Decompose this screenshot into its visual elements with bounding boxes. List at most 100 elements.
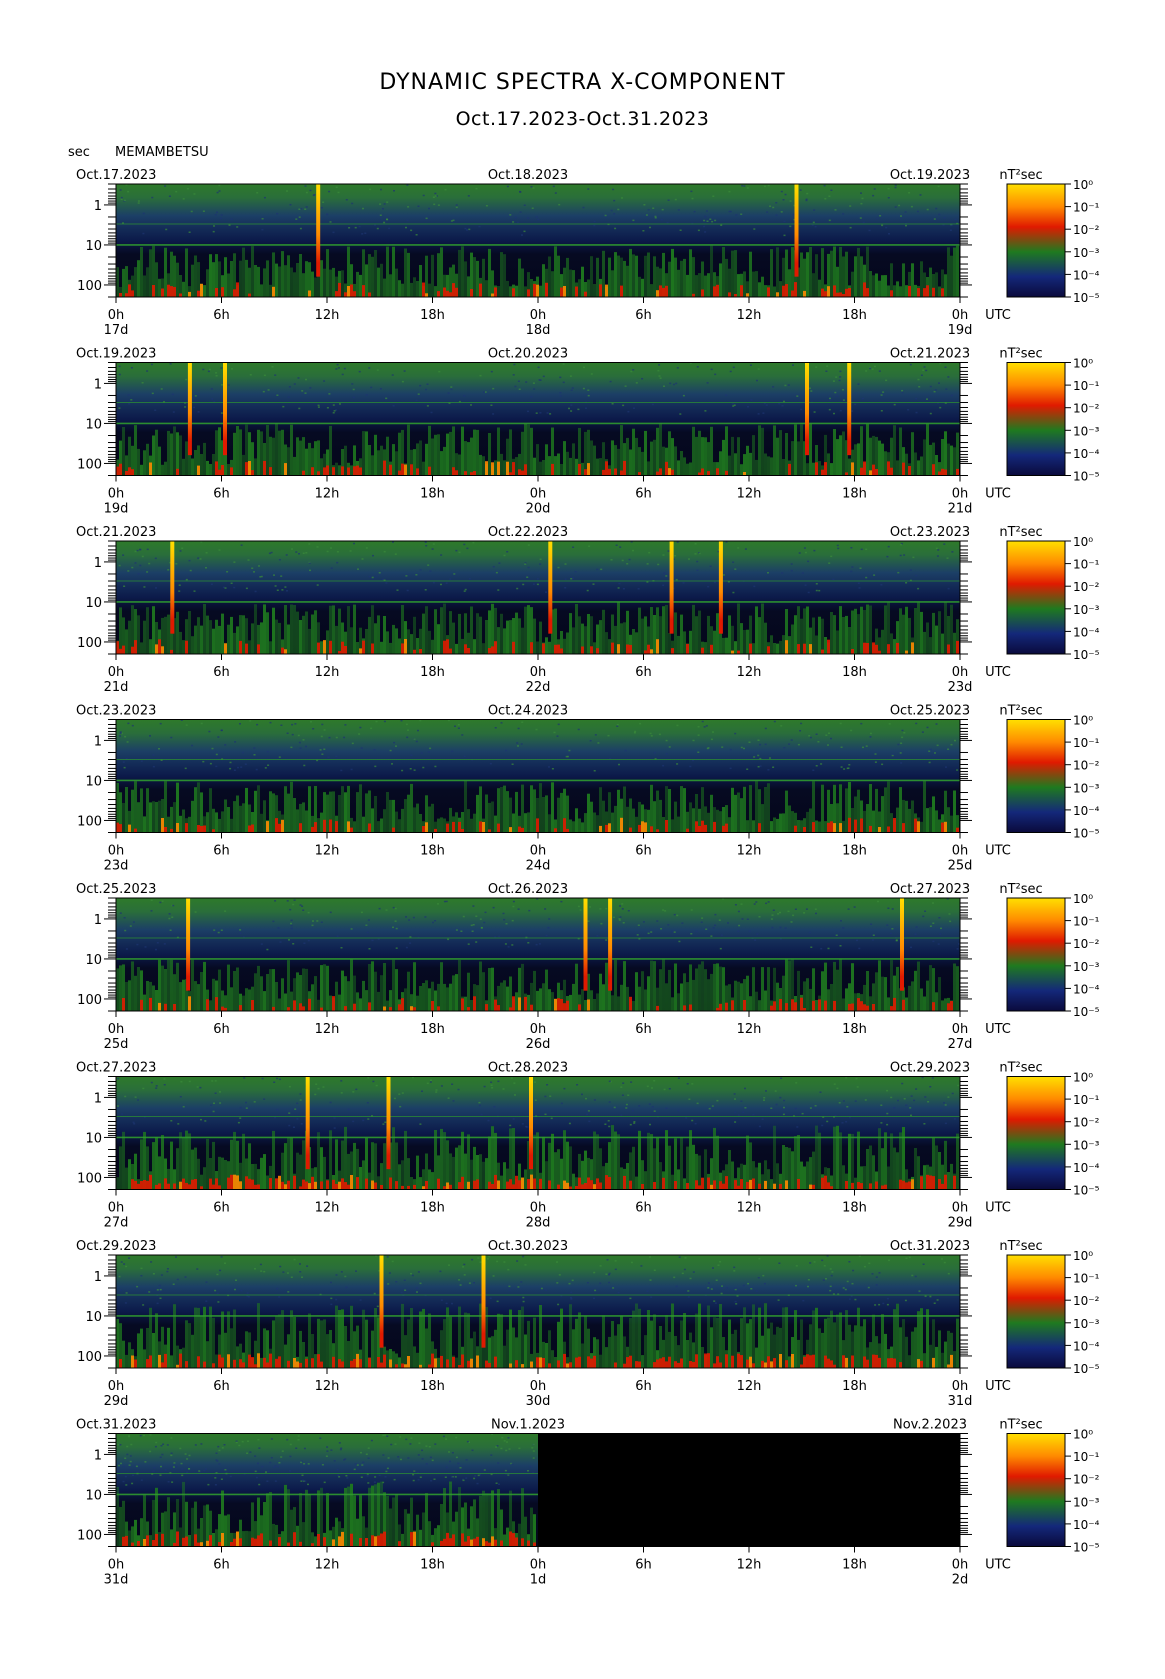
spectrum-noise	[155, 1085, 158, 1087]
spectrum-noise	[118, 365, 121, 368]
spectrum-noise	[648, 551, 651, 554]
spectrum-noise	[642, 921, 645, 923]
activity-peak	[362, 285, 365, 297]
activity-column	[815, 254, 818, 297]
activity-peak	[623, 1363, 626, 1368]
activity-column	[503, 785, 506, 833]
activity-column	[614, 1131, 617, 1190]
spectrum-noise	[129, 925, 132, 927]
spectrum-noise	[182, 198, 185, 200]
utc-label: UTC	[985, 1022, 1011, 1037]
x-tick-label: 0h	[952, 487, 969, 502]
spectrum-noise	[614, 227, 617, 230]
activity-peak	[665, 285, 668, 297]
spectrum-noise	[812, 769, 815, 771]
activity-column	[449, 611, 452, 654]
spectrum-noise	[415, 234, 418, 236]
spectrum-noise	[142, 212, 145, 215]
spectrum-noise	[688, 558, 690, 560]
spectrum-noise	[376, 1305, 379, 1308]
activity-column	[335, 625, 338, 654]
activity-column	[434, 1130, 437, 1190]
spectrum-noise	[360, 747, 363, 749]
activity-peak	[146, 1359, 149, 1368]
activity-column	[344, 445, 347, 476]
activity-column	[500, 982, 503, 1011]
spectrum-noise	[305, 378, 307, 381]
spectrum-noise	[520, 1281, 523, 1283]
activity-peak	[134, 828, 137, 833]
activity-peak	[809, 1184, 812, 1190]
activity-column	[263, 800, 266, 833]
spectrum-noise	[199, 558, 202, 560]
activity-column	[713, 963, 716, 1011]
spectrum-noise	[775, 202, 778, 204]
spectrum-noise	[871, 1273, 874, 1275]
spectrum-noise	[220, 1256, 223, 1258]
spectrum-noise	[202, 368, 205, 371]
spike	[170, 541, 175, 634]
spectrum-noise	[263, 196, 266, 199]
activity-column	[887, 285, 890, 297]
spectrum-noise	[807, 1279, 810, 1281]
spectrum-noise	[894, 206, 897, 208]
spectrum-noise	[621, 559, 624, 562]
colorbar-unit: nT²sec	[999, 704, 1042, 719]
activity-column	[365, 629, 368, 654]
spectrum-noise	[734, 1098, 736, 1100]
activity-column	[431, 639, 434, 654]
spectrum-noise	[415, 574, 418, 576]
spectrum-noise	[214, 1080, 217, 1082]
activity-column	[365, 431, 368, 476]
activity-column	[344, 792, 347, 833]
activity-peak	[668, 468, 671, 476]
x-tick-label: 18h	[420, 487, 445, 502]
spectrum-noise	[608, 1101, 611, 1103]
activity-column	[278, 622, 281, 654]
x-tick-label: 18h	[420, 1201, 445, 1216]
spectrum-noise	[769, 205, 772, 207]
spectrum-noise	[833, 412, 835, 415]
spectrum-noise	[864, 1099, 867, 1101]
spectrum-noise	[424, 589, 427, 591]
spectrum-noise	[467, 943, 470, 945]
spectrum-noise	[838, 379, 841, 382]
activity-column	[407, 971, 410, 1011]
activity-column	[317, 440, 320, 476]
activity-column	[374, 796, 377, 833]
activity-peak	[125, 293, 128, 297]
activity-column	[194, 787, 197, 833]
activity-column	[248, 989, 251, 1011]
spectrum-noise	[478, 1101, 481, 1104]
spectrum-noise	[548, 766, 550, 768]
activity-peak	[254, 1184, 257, 1190]
spectrum-noise	[910, 205, 913, 208]
activity-peak	[650, 649, 653, 654]
activity-column	[383, 1143, 386, 1190]
activity-peak	[275, 1358, 278, 1368]
spectrum-noise	[538, 379, 541, 381]
activity-column	[746, 975, 749, 1011]
spectrum-noise	[362, 207, 364, 210]
activity-peak	[716, 468, 719, 476]
activity-column	[473, 1331, 476, 1368]
panel-mid-date: Oct.22.2023	[488, 525, 568, 540]
x-tick-label: 0h	[530, 1201, 547, 1216]
activity-column	[668, 969, 671, 1011]
spectrum-noise	[570, 1291, 573, 1294]
activity-peak	[248, 1354, 251, 1368]
activity-peak	[671, 469, 674, 476]
spectrum-noise	[444, 188, 447, 191]
spectrum-noise	[943, 1261, 946, 1264]
activity-peak	[686, 643, 689, 654]
spectrum-noise	[929, 1295, 932, 1298]
spectrum-noise	[891, 928, 894, 930]
activity-peak	[596, 1178, 599, 1190]
spectrum-noise	[468, 578, 471, 580]
spectrum-noise	[305, 745, 307, 748]
activity-column	[542, 797, 545, 833]
spectrum-noise	[128, 1257, 131, 1259]
spectrum-noise	[339, 403, 341, 405]
activity-column	[722, 967, 725, 1011]
spectrum-noise	[137, 202, 140, 204]
